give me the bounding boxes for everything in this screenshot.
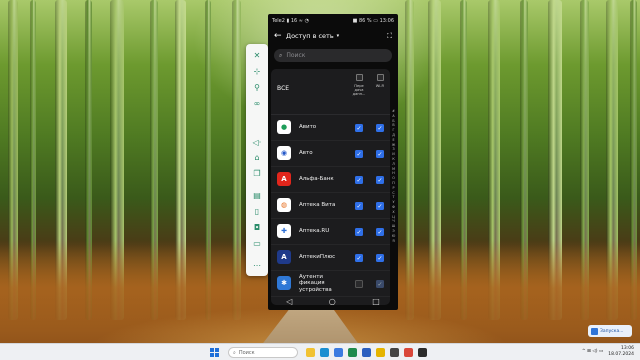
alphabet-letter[interactable]: Я [392, 239, 394, 244]
wifi-column[interactable]: Wi-Fi [370, 74, 390, 88]
search-icon: ⌕ [233, 349, 236, 356]
apteki-plus-icon: A [277, 250, 291, 264]
list-item[interactable]: ● Авито ✓ ✓ [271, 115, 390, 141]
alfa-bank-icon: А [277, 172, 291, 186]
back-arrow-icon[interactable]: ← [274, 31, 286, 41]
folder-icon[interactable]: ▭ [249, 238, 265, 249]
wifi-label: Wi-Fi [375, 84, 385, 88]
nav-recent-icon[interactable]: □ [372, 297, 380, 306]
wifi-checkbox[interactable]: ✓ [376, 124, 384, 132]
app-name: Аптека Вита [299, 202, 336, 209]
app-name: Авито [299, 124, 317, 131]
alphabet-index[interactable]: # А Б В Г Д Е Ж З И К Л М Н О П Р С Т У Ф Х Ц Ч Ш Э Ю Я [391, 109, 396, 284]
mobile-data-checkbox[interactable]: ✓ [355, 176, 363, 184]
mobile-data-all-checkbox[interactable] [355, 74, 363, 81]
wifi-all-checkbox[interactable] [376, 74, 384, 81]
screenshot-icon[interactable]: ▤ [249, 190, 265, 201]
phone-nav-bar: ◁ ○ □ [268, 292, 398, 310]
more-icon[interactable]: ⋯ [249, 260, 265, 271]
app-launch-icon [591, 327, 598, 335]
page-title[interactable]: Доступ в сеть [286, 32, 334, 40]
mobile-data-label: Пере дача данн... [352, 84, 366, 97]
camera-icon[interactable]: ◘ [249, 222, 265, 233]
search-icon: ⌕ [279, 51, 283, 59]
mobile-data-column[interactable]: Пере дача данн... [349, 74, 369, 97]
terminal-icon[interactable] [418, 348, 427, 357]
app-access-list: ВСЕ Пере дача данн... Wi-Fi ● Авито ✓ ✓ ◉ Авто ✓… [271, 69, 390, 305]
mobile-data-checkbox[interactable]: ✓ [355, 124, 363, 132]
list-item[interactable]: А Альфа-Банк ✓ ✓ [271, 167, 390, 193]
phone-icon[interactable]: ▯ [249, 206, 265, 217]
yandex-icon[interactable] [376, 348, 385, 357]
wifi-checkbox[interactable]: ✓ [376, 280, 384, 288]
store-icon[interactable] [334, 348, 343, 357]
taskbar-search-placeholder: Поиск [238, 349, 255, 356]
app-rows: ● Авито ✓ ✓ ◉ Авто ✓ ✓ А Альфа-Банк ✓ ✓ ◍ Аптека Вита… [271, 115, 390, 297]
word-icon[interactable] [362, 348, 371, 357]
phone-status-bar: Tele2 ▮ 16 ≈ ◔ ■ 86 % ▭ 13:06 [272, 16, 394, 26]
search-input[interactable]: ⌕ Поиск [274, 49, 392, 62]
status-left: Tele2 ▮ 16 ≈ ◔ [272, 18, 309, 24]
nav-back-icon[interactable]: ◁ [286, 297, 292, 306]
pin-icon[interactable]: ⊹ [249, 66, 265, 77]
search-placeholder: Поиск [286, 52, 306, 59]
windows-start-icon[interactable] [210, 348, 219, 357]
scrcpy-icon[interactable] [390, 348, 399, 357]
clock[interactable]: 13:06 18.07.2024 [608, 346, 634, 357]
list-item[interactable]: ◉ Авто ✓ ✓ [271, 141, 390, 167]
list-header: ВСЕ Пере дача данн... Wi-Fi [271, 69, 390, 115]
wifi-checkbox[interactable]: ✓ [376, 228, 384, 236]
taskbar-search[interactable]: ⌕ Поиск [228, 347, 298, 358]
nav-home-icon[interactable]: ○ [329, 297, 336, 306]
app-name: АптекиПлюс [299, 254, 336, 261]
edge-icon[interactable] [320, 348, 329, 357]
apteka-vita-icon: ◍ [277, 198, 291, 212]
app-name: Альфа-Банк [299, 176, 334, 183]
list-item[interactable]: ◍ Аптека Вита ✓ ✓ [271, 193, 390, 219]
authentication-icon: ✱ [277, 276, 291, 290]
link-icon[interactable]: ⚲ [249, 82, 265, 93]
mobile-data-checkbox[interactable]: ✓ [355, 150, 363, 158]
notification-label: Запуска... [600, 328, 624, 334]
auto-icon: ◉ [277, 146, 291, 160]
avito-icon: ● [277, 120, 291, 134]
mobile-data-checkbox[interactable]: ✓ [355, 202, 363, 210]
chrome-icon[interactable] [404, 348, 413, 357]
chevron-down-icon[interactable]: ▾ [337, 33, 340, 39]
taskbar: ⌕ Поиск ^ ⊞ ◁) ▭ 13:06 18.07.2024 [0, 343, 640, 360]
phone-top-bar: ← Доступ в сеть ▾ ⛶ [274, 29, 392, 43]
wifi-checkbox[interactable]: ✓ [376, 176, 384, 184]
mirror-toolbar: ✕ ⊹ ⚲ ∞ ◁· ⌂ ❐ ▤ ▯ ◘ ▭ ⋯ [246, 44, 268, 276]
home-icon[interactable]: ⌂ [249, 153, 265, 164]
all-label: ВСЕ [277, 85, 290, 92]
mobile-data-checkbox[interactable]: ✓ [355, 228, 363, 236]
app-name: Авто [299, 150, 313, 157]
expand-icon[interactable]: ⛶ [387, 32, 392, 41]
wifi-checkbox[interactable]: ✓ [376, 254, 384, 262]
mobile-data-checkbox[interactable] [355, 280, 363, 288]
apteka-ru-icon: ✚ [277, 224, 291, 238]
clock-date: 18.07.2024 [608, 351, 634, 357]
excel-icon[interactable] [348, 348, 357, 357]
list-item[interactable]: A АптекиПлюс ✓ ✓ [271, 245, 390, 271]
settings-icon[interactable]: ∞ [249, 98, 265, 109]
app-name: Аптека.RU [299, 228, 330, 235]
wifi-checkbox[interactable]: ✓ [376, 150, 384, 158]
list-item[interactable]: ✚ Аптека.RU ✓ ✓ [271, 219, 390, 245]
system-tray: ^ ⊞ ◁) ▭ 13:06 18.07.2024 [582, 346, 634, 357]
wifi-checkbox[interactable]: ✓ [376, 202, 384, 210]
close-icon[interactable]: ✕ [249, 50, 265, 61]
tray-icons[interactable]: ^ ⊞ ◁) ▭ [582, 349, 603, 354]
phone-window: Tele2 ▮ 16 ≈ ◔ ■ 86 % ▭ 13:06 ← Доступ в… [268, 14, 398, 310]
file-explorer-icon[interactable] [306, 348, 315, 357]
launch-notification[interactable]: Запуска... [588, 325, 632, 337]
status-right: ■ 86 % ▭ 13:06 [352, 18, 394, 24]
volume-icon[interactable]: ◁· [249, 137, 265, 148]
mobile-data-checkbox[interactable]: ✓ [355, 254, 363, 262]
copy-icon[interactable]: ❐ [249, 168, 265, 179]
